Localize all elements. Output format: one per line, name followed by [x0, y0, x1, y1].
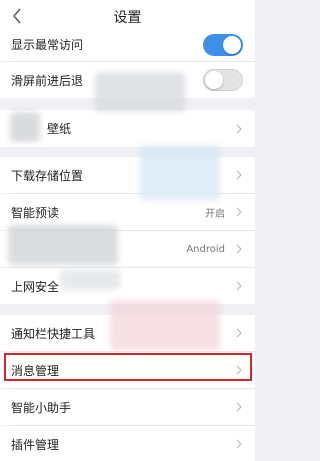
chevron-right-icon [235, 402, 243, 412]
chevron-right-icon [235, 439, 243, 449]
chevron-right-icon [235, 244, 243, 254]
blur-overlay [60, 270, 120, 290]
setting-label: 插件管理 [11, 437, 60, 452]
setting-label: 智能小助手 [11, 400, 72, 415]
chevron-left-icon [13, 8, 21, 24]
setting-show-most-visited: 显示最常访问 [0, 28, 255, 61]
back-button[interactable] [6, 4, 28, 28]
blur-overlay [10, 112, 40, 142]
toggle-knob [223, 35, 241, 54]
chevron-right-icon [235, 281, 243, 291]
setting-plugin-management[interactable]: 插件管理 [0, 426, 255, 461]
setting-smart-assistant[interactable]: 智能小助手 [0, 389, 255, 425]
toggle-knob [205, 71, 223, 89]
setting-value: Android [186, 243, 225, 255]
blur-overlay [140, 145, 220, 200]
blur-overlay [95, 72, 185, 112]
chevron-right-icon [235, 124, 243, 134]
setting-label: 智能预读 [11, 205, 60, 220]
chevron-right-icon [235, 207, 243, 217]
setting-label: 显示最常访问 [11, 38, 84, 52]
page-title: 设置 [113, 9, 142, 26]
setting-label: 壁纸 [47, 122, 72, 136]
swipe-navigation-toggle[interactable] [203, 69, 243, 91]
chevron-right-icon [235, 328, 243, 338]
chevron-right-icon [235, 170, 243, 180]
setting-label: 上网安全 [11, 279, 60, 294]
blur-overlay [110, 300, 220, 350]
setting-value: 开启 [205, 208, 225, 220]
most-visited-toggle[interactable] [203, 33, 243, 56]
highlight-box [4, 353, 252, 381]
setting-browsing-security[interactable]: 上网安全 [0, 268, 255, 304]
blur-overlay [8, 225, 118, 265]
